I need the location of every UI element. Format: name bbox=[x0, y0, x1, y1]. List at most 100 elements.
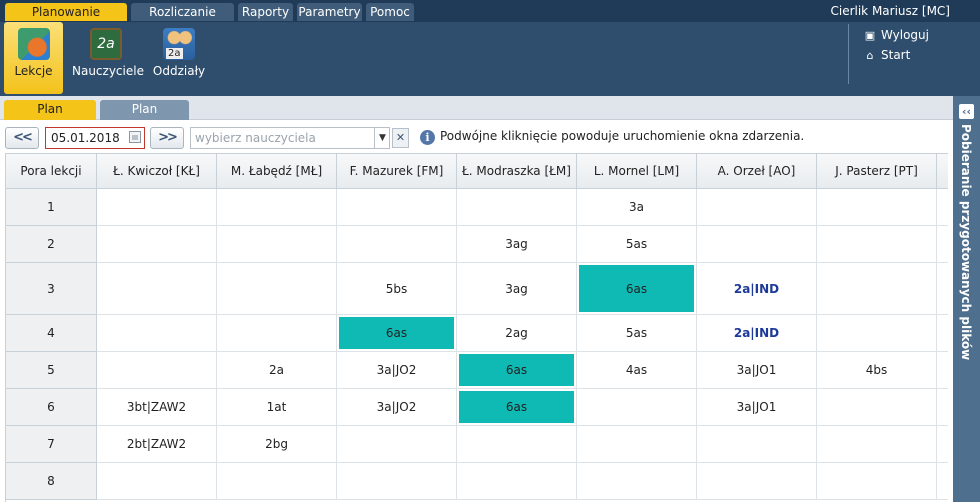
schedule-cell[interactable] bbox=[97, 226, 217, 263]
schedule-cell[interactable] bbox=[217, 315, 337, 352]
schedule-cell[interactable]: 4bs bbox=[817, 352, 937, 389]
schedule-cell[interactable]: 2bg bbox=[217, 426, 337, 463]
column-header-teacher: Ł. Modraszka [ŁM] bbox=[457, 154, 577, 189]
start-link[interactable]: ⌂ Start bbox=[863, 48, 911, 62]
schedule-cell[interactable] bbox=[457, 426, 577, 463]
top-menu-bar: Planowanie zastępstw Rozliczanie godzin … bbox=[0, 0, 980, 37]
schedule-cell[interactable] bbox=[817, 463, 937, 500]
schedule-cell[interactable] bbox=[817, 426, 937, 463]
schedule-cell[interactable]: 3a|JO1 bbox=[697, 389, 817, 426]
column-header-teacher: Ł. Kwiczoł [KŁ] bbox=[97, 154, 217, 189]
schedule-cell[interactable] bbox=[337, 426, 457, 463]
menu-pomoc[interactable]: Pomoc bbox=[366, 3, 414, 21]
schedule-cell[interactable]: 5as bbox=[577, 315, 697, 352]
schedule-cell[interactable] bbox=[457, 463, 577, 500]
schedule-cell[interactable]: 6as bbox=[577, 263, 697, 315]
schedule-cell[interactable] bbox=[217, 263, 337, 315]
schedule-cell[interactable] bbox=[337, 226, 457, 263]
tab-plan-oddzialow[interactable]: Plan oddziałów bbox=[100, 100, 189, 135]
schedule-cell[interactable] bbox=[97, 263, 217, 315]
row-filler bbox=[937, 315, 948, 352]
schedule-cell[interactable]: 3ag bbox=[457, 226, 577, 263]
schedule-cell[interactable]: 3a|JO2 bbox=[337, 389, 457, 426]
schedule-cell[interactable] bbox=[577, 463, 697, 500]
schedule-cell[interactable]: 5as bbox=[577, 226, 697, 263]
schedule-cell[interactable] bbox=[217, 189, 337, 226]
schedule-cell[interactable] bbox=[817, 389, 937, 426]
schedule-cell[interactable] bbox=[697, 426, 817, 463]
logout-link[interactable]: ▣ Wyloguj bbox=[863, 28, 929, 42]
side-panel[interactable]: ‹‹ Pobieranie przygotowanych plików bbox=[953, 96, 980, 502]
row-number: 5 bbox=[6, 352, 97, 389]
schedule-cell[interactable] bbox=[337, 463, 457, 500]
toolbar: << 05.01.2018 >> wybierz nauczyciela ▼ ✕… bbox=[0, 121, 953, 152]
highlighted-lesson[interactable]: 6as bbox=[339, 317, 454, 349]
schedule-cell[interactable] bbox=[577, 389, 697, 426]
schedule-cell[interactable]: 3ag bbox=[457, 263, 577, 315]
schedule-cell[interactable]: 5bs bbox=[337, 263, 457, 315]
row-filler bbox=[937, 189, 948, 226]
teacher-select[interactable]: wybierz nauczyciela bbox=[190, 127, 390, 149]
classes-button[interactable]: 2a Oddziały bbox=[150, 22, 208, 94]
side-panel-label: Pobieranie przygotowanych plików bbox=[959, 124, 973, 361]
row-number: 8 bbox=[6, 463, 97, 500]
ribbon-links: ▣ Wyloguj ⌂ Start bbox=[848, 24, 968, 84]
schedule-cell[interactable]: 3a|JO1 bbox=[697, 352, 817, 389]
teachers-button[interactable]: 2a Nauczyciele bbox=[72, 22, 144, 94]
schedule-cell[interactable] bbox=[697, 463, 817, 500]
schedule-cell[interactable]: 6as bbox=[457, 389, 577, 426]
schedule-cell[interactable]: 6as bbox=[457, 352, 577, 389]
schedule-cell[interactable]: 3a|JO2 bbox=[337, 352, 457, 389]
schedule-cell[interactable]: 2a bbox=[217, 352, 337, 389]
schedule-cell[interactable] bbox=[457, 189, 577, 226]
chevron-down-icon[interactable]: ▼ bbox=[374, 128, 390, 148]
lesson-label: 6as bbox=[385, 326, 408, 340]
schedule-cell[interactable] bbox=[217, 463, 337, 500]
next-day-button[interactable]: >> bbox=[150, 127, 184, 149]
schedule-cell[interactable] bbox=[817, 226, 937, 263]
schedule-cell[interactable]: 3bt|ZAW2 bbox=[97, 389, 217, 426]
schedule-cell[interactable] bbox=[697, 226, 817, 263]
row-number: 4 bbox=[6, 315, 97, 352]
schedule-cell[interactable] bbox=[97, 189, 217, 226]
close-icon[interactable]: ✕ bbox=[392, 128, 409, 148]
schedule-cell[interactable] bbox=[817, 315, 937, 352]
menu-raporty[interactable]: Raporty bbox=[238, 3, 293, 21]
schedule-cell[interactable] bbox=[97, 352, 217, 389]
start-label: Start bbox=[881, 48, 911, 62]
schedule-cell[interactable] bbox=[697, 189, 817, 226]
row-filler bbox=[937, 426, 948, 463]
menu-planowanie-zastepstw[interactable]: Planowanie zastępstw bbox=[5, 3, 127, 37]
column-header-teacher: F. Mazurek [FM] bbox=[337, 154, 457, 189]
sub-tabs: Plan nauczycieli Plan oddziałów bbox=[0, 96, 980, 135]
schedule-cell[interactable] bbox=[97, 463, 217, 500]
schedule-cell[interactable] bbox=[577, 426, 697, 463]
schedule-cell[interactable] bbox=[817, 189, 937, 226]
schedule-cell[interactable]: 2bt|ZAW2 bbox=[97, 426, 217, 463]
schedule-cell[interactable]: 4as bbox=[577, 352, 697, 389]
lesson-label: 6as bbox=[505, 363, 528, 377]
lesson-label: 6as bbox=[505, 400, 528, 414]
schedule-cell[interactable] bbox=[97, 315, 217, 352]
schedule-cell[interactable]: 1at bbox=[217, 389, 337, 426]
prev-day-button[interactable]: << bbox=[5, 127, 39, 149]
schedule-cell[interactable]: 2a|IND bbox=[697, 263, 817, 315]
highlighted-lesson[interactable]: 6as bbox=[459, 354, 574, 386]
schedule-cell[interactable] bbox=[217, 226, 337, 263]
schedule-cell[interactable]: 3a bbox=[577, 189, 697, 226]
schedule-cell[interactable]: 2a|IND bbox=[697, 315, 817, 352]
highlighted-lesson[interactable]: 6as bbox=[459, 391, 574, 423]
schedule-cell[interactable] bbox=[337, 189, 457, 226]
calendar-icon[interactable] bbox=[129, 131, 141, 143]
highlighted-lesson[interactable]: 6as bbox=[579, 265, 694, 312]
tab-plan-nauczycieli[interactable]: Plan nauczycieli bbox=[4, 100, 96, 135]
menu-rozliczanie-godzin[interactable]: Rozliczanie godzin bbox=[131, 3, 234, 37]
chevron-left-icon[interactable]: ‹‹ bbox=[959, 104, 974, 119]
row-filler bbox=[937, 463, 948, 500]
menu-parametry[interactable]: Parametry bbox=[297, 3, 362, 21]
lessons-button[interactable]: Lekcje bbox=[4, 22, 63, 94]
schedule-cell[interactable]: 6as bbox=[337, 315, 457, 352]
schedule-cell[interactable] bbox=[817, 263, 937, 315]
row-number: 7 bbox=[6, 426, 97, 463]
schedule-cell[interactable]: 2ag bbox=[457, 315, 577, 352]
